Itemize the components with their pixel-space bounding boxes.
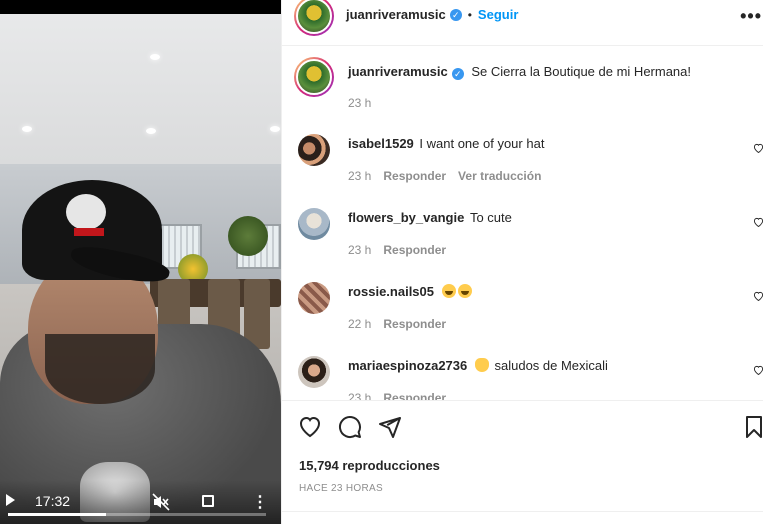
comment-time: 23 h <box>348 169 372 183</box>
view-count[interactable]: 15,794 reproducciones <box>299 458 440 473</box>
progress-fill <box>8 513 107 516</box>
post-side-panel: juanriveramusic ✓ • Seguir ••• juanriver… <box>281 0 763 524</box>
like-comment-heart-icon[interactable] <box>753 217 763 227</box>
laughing-emoji <box>457 284 472 298</box>
video-player[interactable]: 17:32 ⋮ <box>0 0 281 524</box>
comment-time: 23 h <box>348 391 372 400</box>
caption-time: 23 h <box>348 96 372 110</box>
verified-badge-icon: ✓ <box>451 68 464 80</box>
reply-button[interactable]: Responder <box>383 243 446 257</box>
ceiling-light <box>150 54 160 60</box>
separator-dot: • <box>467 7 472 22</box>
comment-time: 23 h <box>348 243 372 257</box>
clapping-hands-emoji <box>474 358 489 372</box>
verified-badge-icon: ✓ <box>449 8 462 21</box>
more-vertical-icon[interactable]: ⋮ <box>252 492 268 512</box>
author-avatar[interactable] <box>294 57 334 97</box>
commenter-avatar[interactable] <box>298 282 330 314</box>
like-comment-heart-icon[interactable] <box>753 143 763 153</box>
video-controls: 17:32 ⋮ <box>0 480 281 524</box>
like-comment-heart-icon[interactable] <box>753 365 763 375</box>
comment-bubble-icon[interactable] <box>338 415 362 439</box>
reply-button[interactable]: Responder <box>383 317 446 331</box>
caption-text: Se Cierra la Boutique de mi Hermana! <box>471 64 692 79</box>
video-time: 17:32 <box>35 493 71 509</box>
author-username[interactable]: juanriveramusic <box>346 7 446 22</box>
video-top-bar <box>0 0 281 14</box>
commenter-avatar[interactable] <box>298 356 330 388</box>
post-age[interactable]: HACE 23 HORAS <box>299 483 383 494</box>
like-heart-icon[interactable] <box>298 415 322 439</box>
share-paper-plane-icon[interactable] <box>378 415 402 439</box>
divider <box>282 511 763 512</box>
plant <box>228 216 268 256</box>
fullscreen-icon[interactable] <box>202 495 214 507</box>
ceiling-light <box>146 128 156 134</box>
comment-username[interactable]: flowers_by_vangie <box>348 210 464 225</box>
see-translation-button[interactable]: Ver traducción <box>458 169 541 183</box>
save-bookmark-icon[interactable] <box>742 415 763 439</box>
comment-text: saludos de Mexicali <box>494 358 608 373</box>
post-actions: 15,794 reproducciones HACE 23 HORAS <box>282 400 763 524</box>
ceiling-light <box>22 126 32 132</box>
laughing-emoji <box>441 284 456 298</box>
comment-username[interactable]: rossie.nails05 <box>348 284 434 299</box>
ceiling-light <box>270 126 280 132</box>
instagram-post-view: 17:32 ⋮ juanriveramusic ✓ • Seguir ••• j… <box>0 0 763 524</box>
video-frame <box>0 14 281 524</box>
follow-button[interactable]: Seguir <box>478 7 518 22</box>
comment-username[interactable]: mariaespinoza2736 <box>348 358 467 373</box>
more-options-icon[interactable]: ••• <box>740 6 762 27</box>
comment-text: To cute <box>469 210 512 225</box>
like-comment-heart-icon[interactable] <box>753 291 763 301</box>
comment-time: 22 h <box>348 317 372 331</box>
post-header: juanriveramusic ✓ • Seguir ••• <box>282 0 763 46</box>
caption-username[interactable]: juanriveramusic <box>348 64 448 79</box>
play-icon[interactable] <box>6 494 15 506</box>
comments-list[interactable]: juanriveramusic ✓ Se Cierra la Boutique d… <box>282 47 763 400</box>
cap-logo <box>66 194 106 230</box>
comment-username[interactable]: isabel1529 <box>348 136 414 151</box>
author-avatar[interactable] <box>294 0 334 36</box>
video-progress-bar[interactable] <box>8 513 266 516</box>
reply-button[interactable]: Responder <box>383 169 446 183</box>
mute-icon[interactable] <box>152 493 170 511</box>
reply-button[interactable]: Responder <box>383 391 446 400</box>
commenter-avatar[interactable] <box>298 134 330 166</box>
comment-text: I want one of your hat <box>419 136 545 151</box>
commenter-avatar[interactable] <box>298 208 330 240</box>
